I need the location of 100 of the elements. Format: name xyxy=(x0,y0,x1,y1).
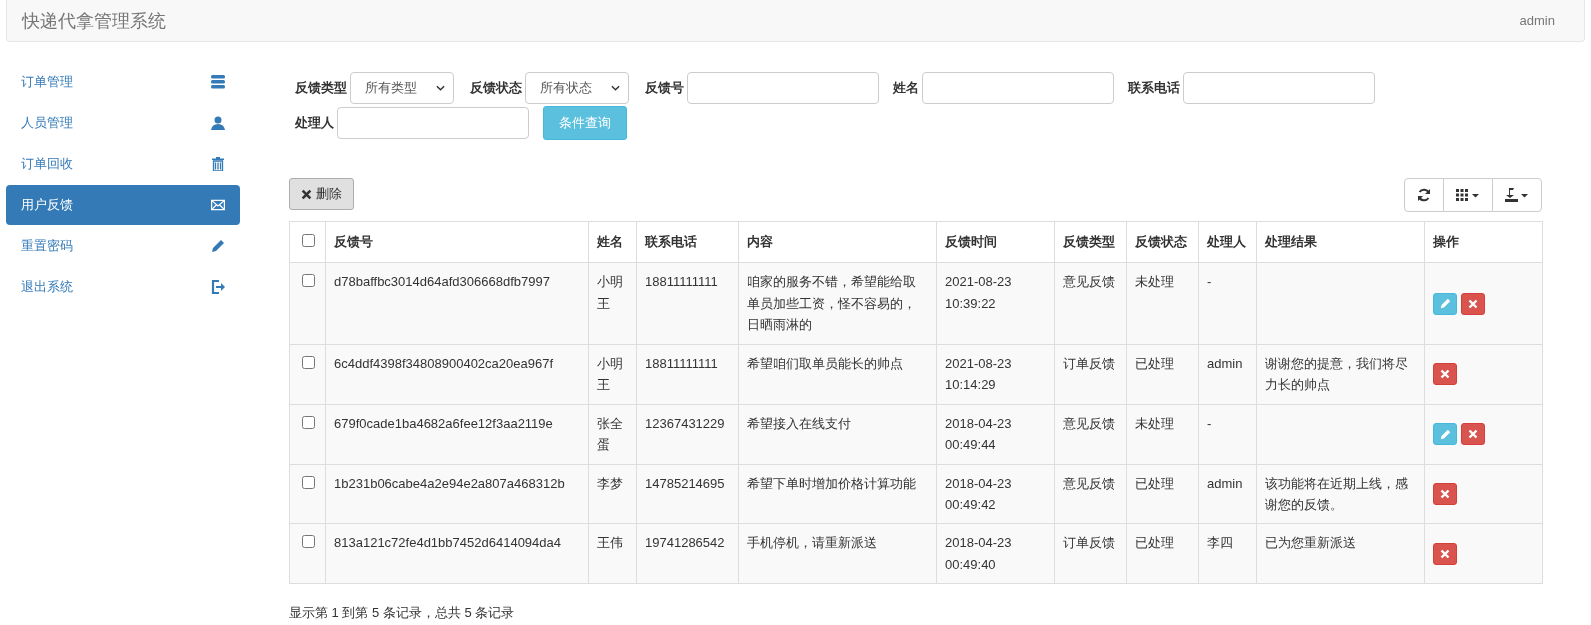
table-cell: - xyxy=(1207,274,1212,290)
table-cell: 李梦 xyxy=(597,475,623,491)
table-cell: 手机停机，请重新派送 xyxy=(747,535,877,551)
logout-icon xyxy=(211,280,225,294)
column-header: 处理结果 xyxy=(1265,234,1317,249)
table-cell: 李四 xyxy=(1207,535,1233,551)
table-cell: 813a121c72fe4d1bb7452d6414094da4 xyxy=(334,535,561,551)
user-name[interactable]: admin xyxy=(1519,13,1555,28)
grid-caret-icon xyxy=(1456,189,1480,201)
filter-dropdown[interactable]: 所有状态 xyxy=(525,72,629,104)
filter-label: 处理人 xyxy=(295,114,334,132)
column-header: 反馈时间 xyxy=(945,234,997,249)
column-header: 反馈号 xyxy=(334,234,373,249)
table-cell: 2021-08-23 10:14:29 xyxy=(945,355,1012,393)
row-checkbox[interactable] xyxy=(302,355,315,369)
remove-button[interactable] xyxy=(1433,483,1457,506)
delete-button[interactable]: 删除 xyxy=(289,178,354,210)
edit-button[interactable] xyxy=(1433,423,1457,446)
pagination-info: 显示第 1 到第 5 条记录，总共 5 条记录 xyxy=(289,604,516,623)
row-checkbox[interactable] xyxy=(302,535,315,549)
remove-button[interactable] xyxy=(1433,363,1457,386)
table-cell: 希望咱们取单员能长的帅点 xyxy=(747,355,903,371)
table-cell: admin xyxy=(1207,475,1243,491)
filter-dropdown[interactable]: 所有类型 xyxy=(350,72,454,104)
filter-input[interactable] xyxy=(337,107,529,139)
table-cell: 2021-08-23 10:39:22 xyxy=(945,274,1012,311)
export-button[interactable] xyxy=(1492,178,1542,212)
table-cell: 2018-04-23 00:49:44 xyxy=(945,415,1012,453)
table-cell: 张全蛋 xyxy=(597,415,623,453)
table-cell: 小明王 xyxy=(597,355,623,393)
pencil-icon xyxy=(1439,298,1451,310)
table-cell: 18811111111 xyxy=(645,355,718,371)
export-caret-icon xyxy=(1505,188,1529,202)
remove-button[interactable] xyxy=(1461,292,1485,315)
table-cell: 希望接入在线支付 xyxy=(747,415,851,431)
app-title[interactable]: 快递代拿管理系统 xyxy=(22,8,166,33)
user-icon xyxy=(211,116,225,130)
close-icon xyxy=(1468,429,1478,440)
columns-button[interactable] xyxy=(1443,178,1493,212)
row-checkbox[interactable] xyxy=(302,475,315,489)
refresh-button[interactable] xyxy=(1404,178,1444,212)
table-cell: 咱家的服务不错，希望能给取单员加些工资，怪不容易的，日晒雨淋的 xyxy=(747,274,916,333)
table-cell: 已处理 xyxy=(1135,535,1174,551)
remove-button[interactable] xyxy=(1461,423,1485,446)
table-cell: 19741286542 xyxy=(645,535,725,551)
table-cell: - xyxy=(1207,415,1212,431)
table-cell: 小明王 xyxy=(597,274,623,311)
table-cell: 意见反馈 xyxy=(1063,475,1115,491)
filter-label: 反馈号 xyxy=(645,79,684,97)
table-cell: 1b231b06cabe4a2e94e2a807a468312b xyxy=(334,475,565,491)
table-cell: 12367431229 xyxy=(645,415,725,431)
table-cell: 679f0cade1ba4682a6fee12f3aa2119e xyxy=(334,415,553,431)
row-checkbox[interactable] xyxy=(302,415,315,429)
sidebar-item[interactable]: 人员管理 xyxy=(6,103,240,143)
column-header: 姓名 xyxy=(597,234,623,249)
table-cell: 订单反馈 xyxy=(1063,355,1115,371)
filter-input[interactable] xyxy=(687,72,879,104)
row-checkbox[interactable] xyxy=(302,274,315,288)
close-icon xyxy=(1440,369,1450,380)
refresh-icon xyxy=(1417,188,1431,202)
table-cell: 希望下单时增加价格计算功能 xyxy=(747,475,916,491)
column-header: 内容 xyxy=(747,234,773,249)
remove-button[interactable] xyxy=(1433,543,1457,566)
table-cell: 已处理 xyxy=(1135,355,1174,371)
table-cell: 已为您重新派送 xyxy=(1265,535,1356,551)
sidebar-item[interactable]: 订单管理 xyxy=(6,62,240,102)
chevron-down-icon xyxy=(436,85,445,91)
close-icon xyxy=(301,188,312,200)
table-cell: 2018-04-23 00:49:40 xyxy=(945,535,1012,572)
envelope-icon xyxy=(211,198,225,212)
sidebar-item[interactable]: 重置密码 xyxy=(6,226,240,266)
sidebar-item[interactable]: 用户反馈 xyxy=(6,185,240,225)
column-header: 操作 xyxy=(1433,234,1459,249)
list-icon xyxy=(211,75,225,89)
close-icon xyxy=(1440,549,1450,560)
edit-button[interactable] xyxy=(1433,292,1457,315)
table-cell: 14785214695 xyxy=(645,475,725,491)
table-cell: 18811111111 xyxy=(645,274,718,290)
table-cell: 订单反馈 xyxy=(1063,535,1115,551)
table-cell: d78baffbc3014d64afd306668dfb7997 xyxy=(334,274,550,290)
table-cell: 已处理 xyxy=(1135,475,1174,491)
table-cell: 2018-04-23 00:49:42 xyxy=(945,475,1012,512)
column-header: 反馈类型 xyxy=(1063,234,1115,249)
table-cell: 未处理 xyxy=(1135,274,1174,290)
filter-label: 姓名 xyxy=(893,79,919,97)
chevron-down-icon xyxy=(611,85,620,91)
select-all-checkbox[interactable] xyxy=(302,234,315,247)
filter-input[interactable] xyxy=(1183,72,1375,104)
table-cell: 该功能将在近期上线，感谢您的反馈。 xyxy=(1265,475,1408,512)
table-cell: admin xyxy=(1207,355,1243,371)
filter-label: 联系电话 xyxy=(1128,79,1180,97)
column-header: 处理人 xyxy=(1207,234,1246,249)
column-header: 反馈状态 xyxy=(1135,234,1187,249)
sidebar-item[interactable]: 订单回收 xyxy=(6,144,240,184)
table-cell: 谢谢您的提意，我们将尽力长的帅点 xyxy=(1265,355,1408,393)
sidebar-item[interactable]: 退出系统 xyxy=(6,267,240,307)
pencil-icon xyxy=(211,239,225,253)
filter-input[interactable] xyxy=(922,72,1114,104)
table-cell: 意见反馈 xyxy=(1063,274,1115,290)
close-icon xyxy=(1440,489,1450,500)
